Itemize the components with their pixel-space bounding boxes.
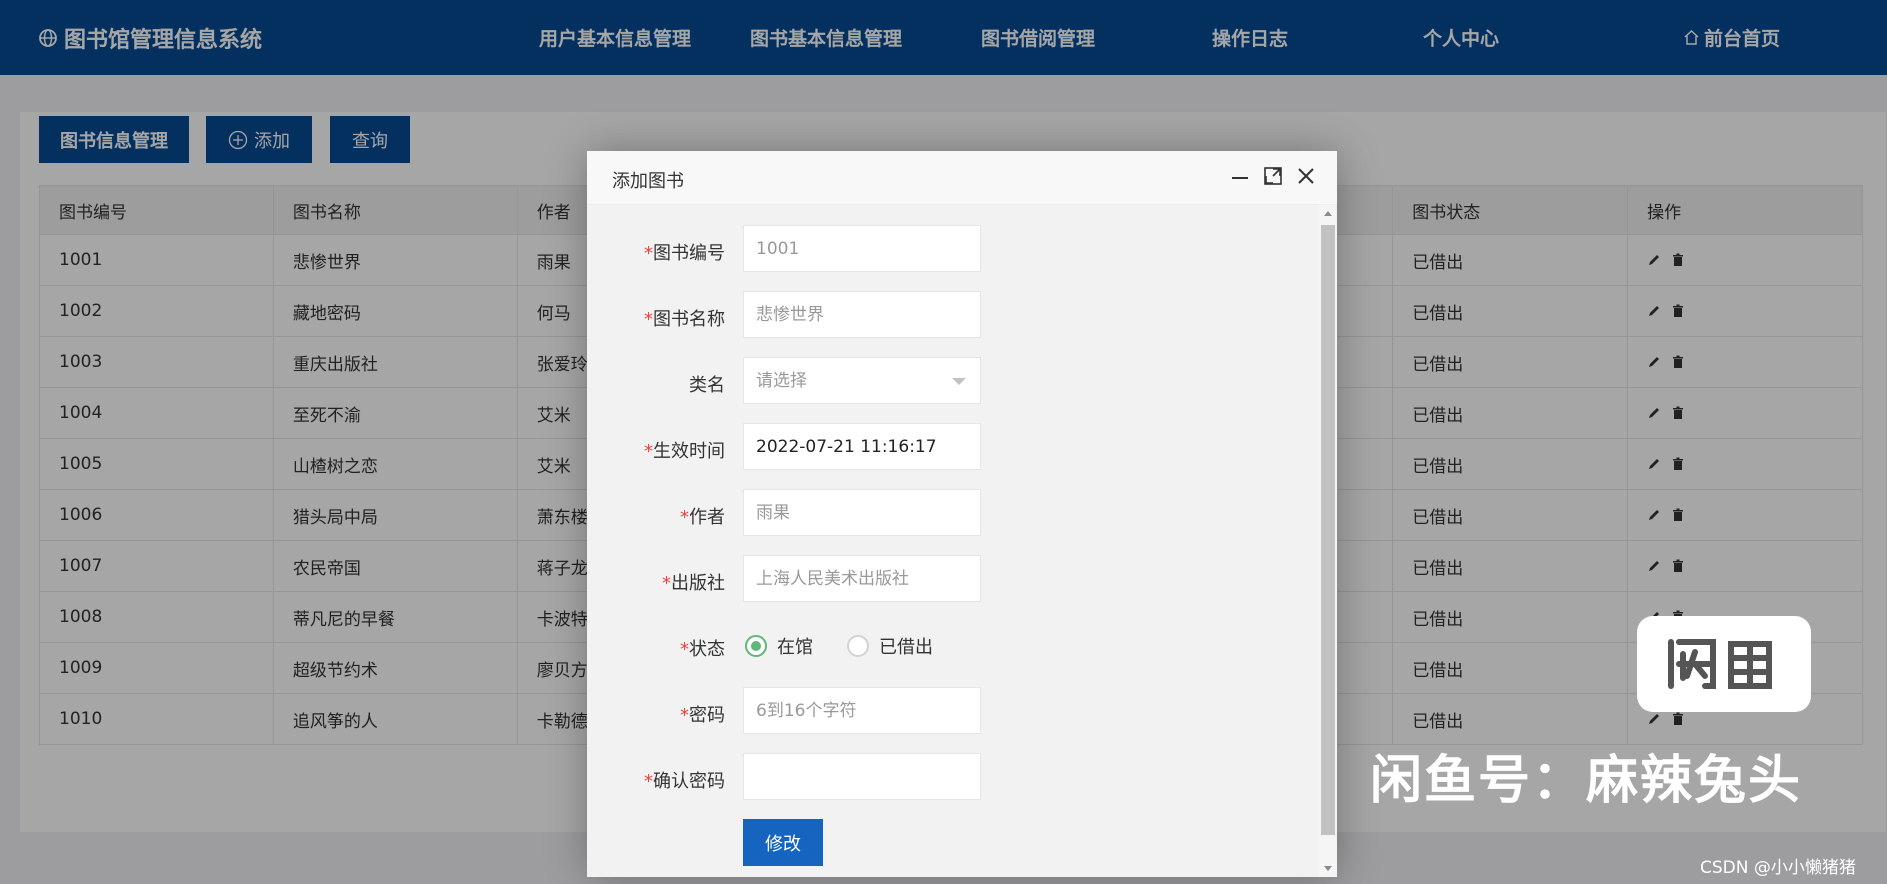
label-author: *作者 xyxy=(680,507,725,528)
category-select[interactable] xyxy=(743,357,981,404)
confirm-password-input[interactable] xyxy=(743,753,981,800)
label-confirm-password: *确认密码 xyxy=(644,771,725,792)
close-icon[interactable] xyxy=(1295,165,1317,187)
effective-time-input[interactable] xyxy=(743,423,981,470)
label-book-name: *图书名称 xyxy=(644,309,725,330)
scroll-up-icon[interactable] xyxy=(1324,211,1332,216)
add-book-dialog: 添加图书 *图书编号 *图书名称 类名 *生效时间 *作者 *出版社 *状态 xyxy=(587,151,1337,877)
label-publisher: *出版社 xyxy=(662,573,725,594)
label-password: *密码 xyxy=(680,705,725,726)
xianyu-logo-mark xyxy=(1668,639,1772,689)
radio-label: 在馆 xyxy=(777,637,813,658)
book-no-input[interactable] xyxy=(743,225,981,272)
author-input[interactable] xyxy=(743,489,981,536)
radio-checked-icon xyxy=(745,635,767,657)
publisher-input[interactable] xyxy=(743,555,981,602)
book-name-input[interactable] xyxy=(743,291,981,338)
minimize-icon[interactable] xyxy=(1229,165,1251,187)
status-radio-in-library[interactable]: 在馆 xyxy=(745,633,813,659)
watermark-text: 闲鱼号：麻辣兔头 xyxy=(1370,751,1803,811)
chevron-down-icon xyxy=(952,378,966,385)
radio-unchecked-icon xyxy=(847,635,869,657)
password-input[interactable] xyxy=(743,687,981,734)
label-category: 类名 xyxy=(689,375,725,396)
maximize-icon[interactable] xyxy=(1262,165,1284,187)
radio-label: 已借出 xyxy=(879,637,933,658)
dialog-scrollbar[interactable] xyxy=(1319,205,1337,877)
scroll-down-icon[interactable] xyxy=(1324,866,1332,871)
csdn-watermark: CSDN @小小懒猪猪 xyxy=(1700,858,1856,878)
status-radio-borrowed[interactable]: 已借出 xyxy=(847,633,933,659)
dialog-body: *图书编号 *图书名称 类名 *生效时间 *作者 *出版社 *状态 在馆 已借出… xyxy=(587,205,1319,877)
label-status: *状态 xyxy=(680,639,725,660)
label-effective-time: *生效时间 xyxy=(644,441,725,462)
xianyu-logo xyxy=(1637,616,1811,712)
dialog-header: 添加图书 xyxy=(587,151,1337,205)
submit-button[interactable]: 修改 xyxy=(743,819,823,866)
dialog-title: 添加图书 xyxy=(612,171,684,192)
label-book-no: *图书编号 xyxy=(644,243,725,264)
scroll-thumb[interactable] xyxy=(1321,225,1335,835)
